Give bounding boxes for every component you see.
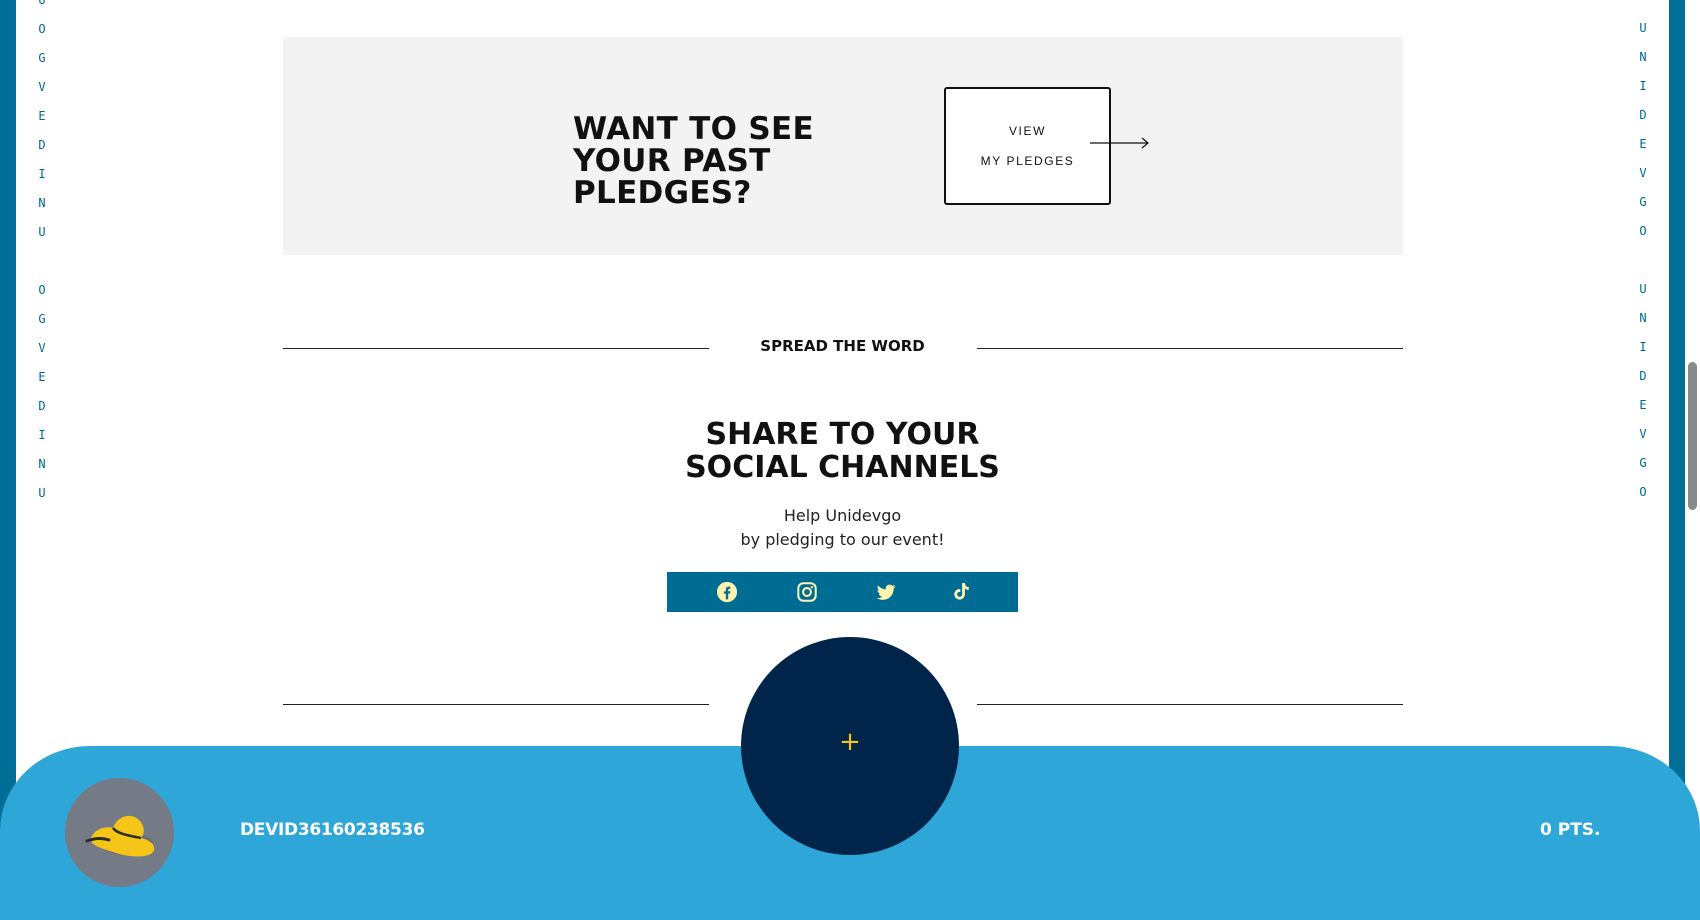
brand-left-letter: V	[38, 80, 46, 94]
arrow-right-icon	[1090, 137, 1149, 149]
brand-left-letter: D	[38, 138, 46, 152]
brand-right-letter: U	[1639, 282, 1647, 296]
view-my-pledges-label-1: VIEW	[1008, 124, 1047, 138]
points-counter: 0 PTS.	[1540, 820, 1601, 840]
yellow-hat-icon	[85, 815, 155, 857]
brand-left-letter	[35, 247, 49, 276]
brand-left-letter: N	[38, 196, 46, 210]
instagram-icon[interactable]	[796, 581, 818, 603]
brand-right-letter: O	[1639, 224, 1647, 238]
brand-left-letter: E	[38, 370, 46, 384]
divider-left-bottom	[283, 704, 709, 705]
plus-icon: +	[839, 727, 861, 757]
brand-left-letter: U	[38, 225, 46, 239]
brand-left-letter: V	[38, 341, 46, 355]
brand-left-letter: U	[38, 486, 46, 500]
brand-right-letter: U	[1639, 21, 1647, 35]
brand-right-letter: N	[1639, 50, 1647, 64]
brand-right-letter: D	[1639, 369, 1647, 383]
left-border	[0, 0, 16, 920]
divider-right-top	[977, 348, 1403, 349]
scrollbar-thumb[interactable]	[1688, 362, 1697, 510]
facebook-icon[interactable]	[716, 581, 738, 603]
brand-left-letter: G	[38, 51, 46, 65]
divider-left-top	[283, 348, 709, 349]
brand-right-letter: E	[1639, 137, 1647, 151]
brand-left-letter: I	[38, 428, 46, 442]
share-help-line-1: Help Unidevgo	[783, 506, 902, 525]
brand-left-letter: G	[38, 312, 46, 326]
brand-right-letter: V	[1639, 166, 1647, 180]
brand-left-letter: O	[38, 283, 46, 297]
twitter-icon[interactable]	[875, 581, 897, 603]
brand-right-letter: I	[1639, 79, 1647, 93]
add-pledge-button[interactable]: +	[741, 637, 959, 855]
page: U O G V E D I N U O G V E D I N U U N I D E V G O U N I D E V G O WAN…	[0, 0, 1700, 920]
share-title: SHARE TO YOUR SOCIAL CHANNELS	[685, 417, 1000, 485]
brand-right-letter	[1636, 246, 1650, 275]
brand-left-letter: D	[38, 399, 46, 413]
brand-left-letter: I	[38, 167, 46, 181]
past-pledges-banner: WANT TO SEE YOUR PAST PLEDGES? VIEW MY P…	[283, 37, 1403, 255]
tiktok-icon[interactable]	[951, 581, 973, 603]
brand-right-letter: D	[1639, 108, 1647, 122]
brand-right-letter: O	[1639, 485, 1647, 499]
brand-left-letter: E	[38, 109, 46, 123]
spread-the-word-label: SPREAD THE WORD	[760, 337, 925, 355]
username: DEVID36160238536	[240, 820, 425, 840]
brand-left-letter: U	[38, 0, 46, 7]
brand-right-letter: I	[1639, 340, 1647, 354]
brand-left-letter: N	[38, 457, 46, 471]
brand-right-letter: E	[1639, 398, 1647, 412]
brand-vertical-left: U O G V E D I N U O G V E D I N U	[35, 0, 49, 508]
divider-right-bottom	[977, 704, 1403, 705]
brand-right-letter: V	[1639, 427, 1647, 441]
brand-right-letter: G	[1639, 456, 1647, 470]
avatar[interactable]	[65, 778, 174, 887]
brand-left-letter: O	[38, 22, 46, 36]
view-my-pledges-label-2: MY PLEDGES	[980, 154, 1075, 168]
share-help-line-2: by pledging to our event!	[740, 530, 945, 549]
share-help-text: Help Unidevgo by pledging to our event!	[640, 504, 1045, 552]
brand-vertical-right: U N I D E V G O U N I D E V G O	[1636, 14, 1650, 507]
brand-right-letter: N	[1639, 311, 1647, 325]
social-share-bar	[667, 572, 1018, 612]
past-pledges-title: WANT TO SEE YOUR PAST PLEDGES?	[573, 111, 814, 211]
view-my-pledges-button[interactable]: VIEW MY PLEDGES	[944, 87, 1111, 205]
brand-right-letter: G	[1639, 195, 1647, 209]
